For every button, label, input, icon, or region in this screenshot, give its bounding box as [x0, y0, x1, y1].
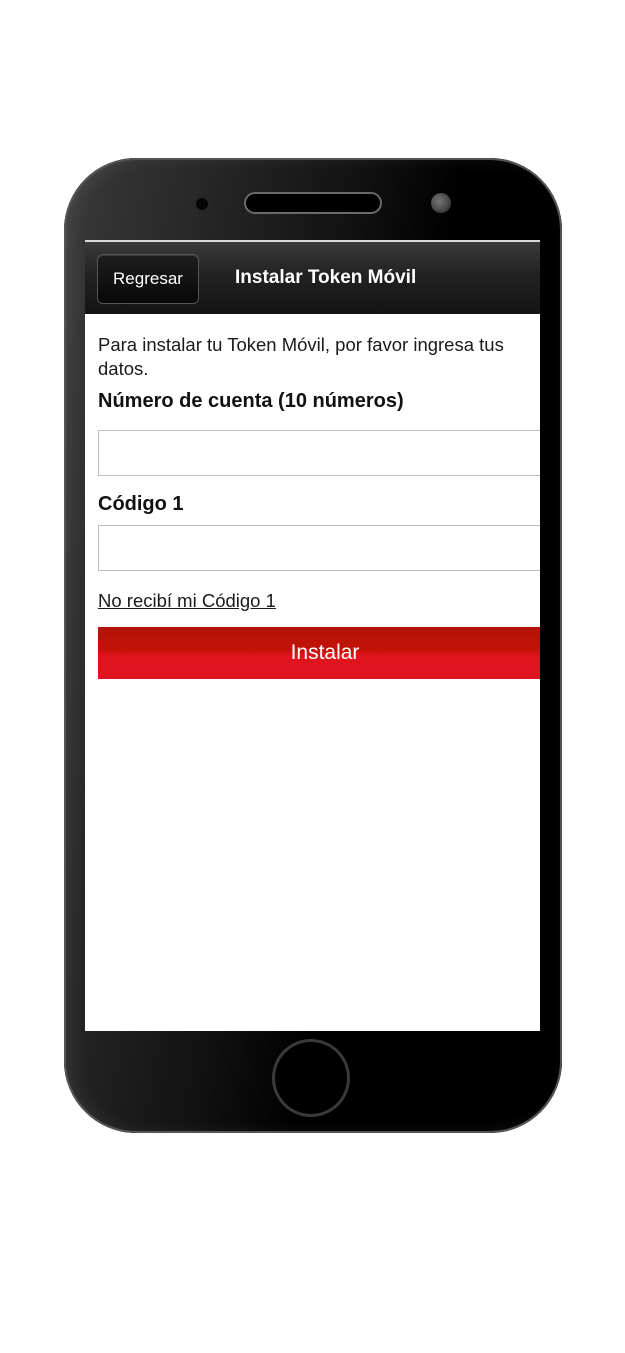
sensor-icon — [431, 193, 451, 213]
page-title: Instalar Token Móvil — [235, 267, 417, 288]
page: Regresar Instalar Token Móvil Para insta… — [0, 0, 625, 1353]
phone-frame: Regresar Instalar Token Móvil Para insta… — [64, 158, 562, 1133]
account-number-input[interactable] — [98, 430, 540, 476]
camera-dot-icon — [196, 198, 208, 210]
intro-text: Para instalar tu Token Móvil, por favor … — [98, 334, 504, 379]
home-button-icon[interactable] — [275, 1042, 347, 1114]
speaker-icon — [246, 194, 380, 212]
back-button[interactable]: Regresar — [98, 255, 198, 303]
install-button-label: Instalar — [290, 641, 360, 664]
code-1-input[interactable] — [98, 525, 540, 571]
resend-code-link[interactable]: No recibí mi Código 1 — [98, 590, 276, 612]
account-number-label: Número de cuenta (10 números) — [98, 390, 404, 412]
code-1-label: Código 1 — [98, 493, 184, 515]
app-screen: Regresar Instalar Token Móvil Para insta… — [85, 240, 540, 1031]
app-header: Regresar Instalar Token Móvil — [85, 240, 540, 314]
install-button[interactable]: Instalar — [98, 627, 540, 679]
